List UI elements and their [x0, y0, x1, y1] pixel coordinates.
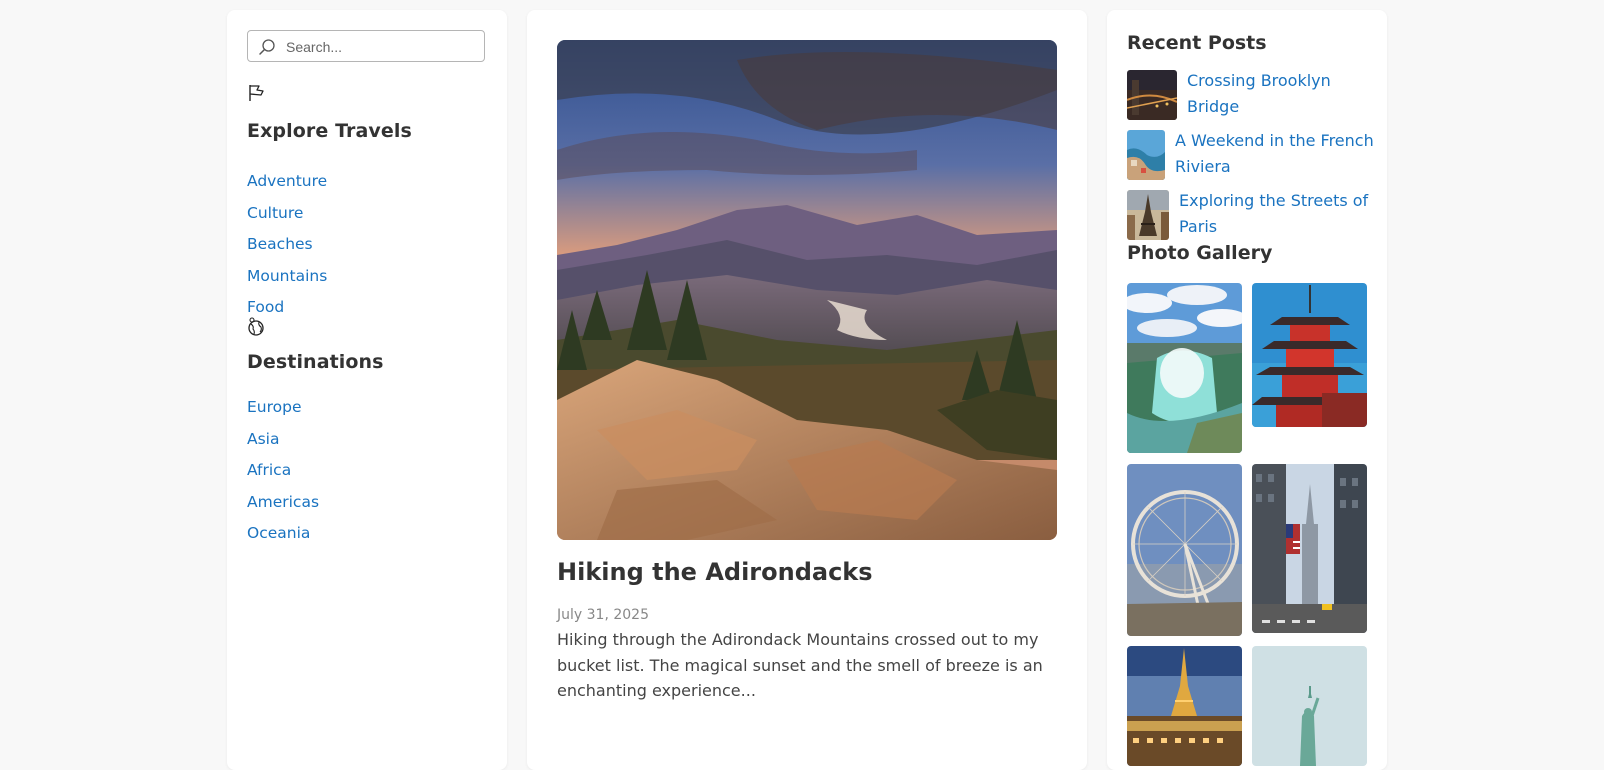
- list-item: Asia: [247, 428, 319, 460]
- post-hero-image[interactable]: [557, 40, 1057, 540]
- destination-link-africa[interactable]: Africa: [247, 461, 291, 479]
- explore-link-adventure[interactable]: Adventure: [247, 172, 327, 190]
- flag-icon: [246, 82, 266, 104]
- search-input[interactable]: [284, 34, 478, 60]
- search-box[interactable]: [247, 30, 485, 62]
- explore-heading: Explore Travels: [247, 120, 412, 142]
- post-date: July 31, 2025: [557, 607, 649, 623]
- list-item: Oceania: [247, 522, 319, 554]
- gallery-photo[interactable]: [1252, 464, 1367, 633]
- destination-link-oceania[interactable]: Oceania: [247, 524, 310, 542]
- recent-post-item[interactable]: A Weekend in the French Riviera: [1127, 130, 1387, 180]
- gallery-photo[interactable]: [1252, 283, 1367, 427]
- recent-posts-heading: Recent Posts: [1127, 32, 1267, 54]
- recent-post-link[interactable]: Exploring the Streets of Paris: [1179, 188, 1387, 239]
- list-item: Americas: [247, 491, 319, 523]
- list-item: Adventure: [247, 170, 327, 202]
- recent-post-item[interactable]: Exploring the Streets of Paris: [1127, 190, 1387, 240]
- list-item: Africa: [247, 459, 319, 491]
- recent-post-link[interactable]: Crossing Brooklyn Bridge: [1187, 68, 1387, 119]
- photo-gallery-heading: Photo Gallery: [1127, 242, 1273, 264]
- post-title[interactable]: Hiking the Adirondacks: [557, 558, 873, 586]
- left-sidebar: Explore Travels Adventure Culture Beache…: [227, 10, 507, 770]
- explore-link-food[interactable]: Food: [247, 298, 284, 316]
- recent-post-item[interactable]: Crossing Brooklyn Bridge: [1127, 70, 1387, 120]
- destination-link-europe[interactable]: Europe: [247, 398, 302, 416]
- explore-link-culture[interactable]: Culture: [247, 204, 303, 222]
- list-item: Culture: [247, 202, 327, 234]
- gallery-photo[interactable]: [1252, 646, 1367, 766]
- post-excerpt: Hiking through the Adirondack Mountains …: [557, 630, 1043, 700]
- list-item: Mountains: [247, 265, 327, 297]
- globe-icon: [246, 316, 266, 338]
- right-sidebar: Recent Posts Crossing Brooklyn Bridge A …: [1107, 10, 1387, 770]
- explore-link-mountains[interactable]: Mountains: [247, 267, 327, 285]
- gallery-photo[interactable]: [1127, 464, 1242, 636]
- main-post: Hiking the Adirondacks July 31, 2025 Hik…: [527, 10, 1087, 770]
- destination-link-americas[interactable]: Americas: [247, 493, 319, 511]
- search-icon: [258, 38, 276, 56]
- destinations-list: Europe Asia Africa Americas Oceania: [247, 396, 319, 554]
- list-item: Europe: [247, 396, 319, 428]
- list-item: Beaches: [247, 233, 327, 265]
- destination-link-asia[interactable]: Asia: [247, 430, 279, 448]
- recent-post-thumbnail[interactable]: [1127, 130, 1165, 180]
- gallery-photo[interactable]: [1127, 283, 1242, 453]
- destinations-heading: Destinations: [247, 351, 384, 373]
- recent-post-link[interactable]: A Weekend in the French Riviera: [1175, 128, 1387, 179]
- gallery-photo[interactable]: [1127, 646, 1242, 766]
- recent-post-thumbnail[interactable]: [1127, 70, 1177, 120]
- recent-post-thumbnail[interactable]: [1127, 190, 1169, 240]
- explore-list: Adventure Culture Beaches Mountains Food: [247, 170, 327, 328]
- explore-link-beaches[interactable]: Beaches: [247, 235, 313, 253]
